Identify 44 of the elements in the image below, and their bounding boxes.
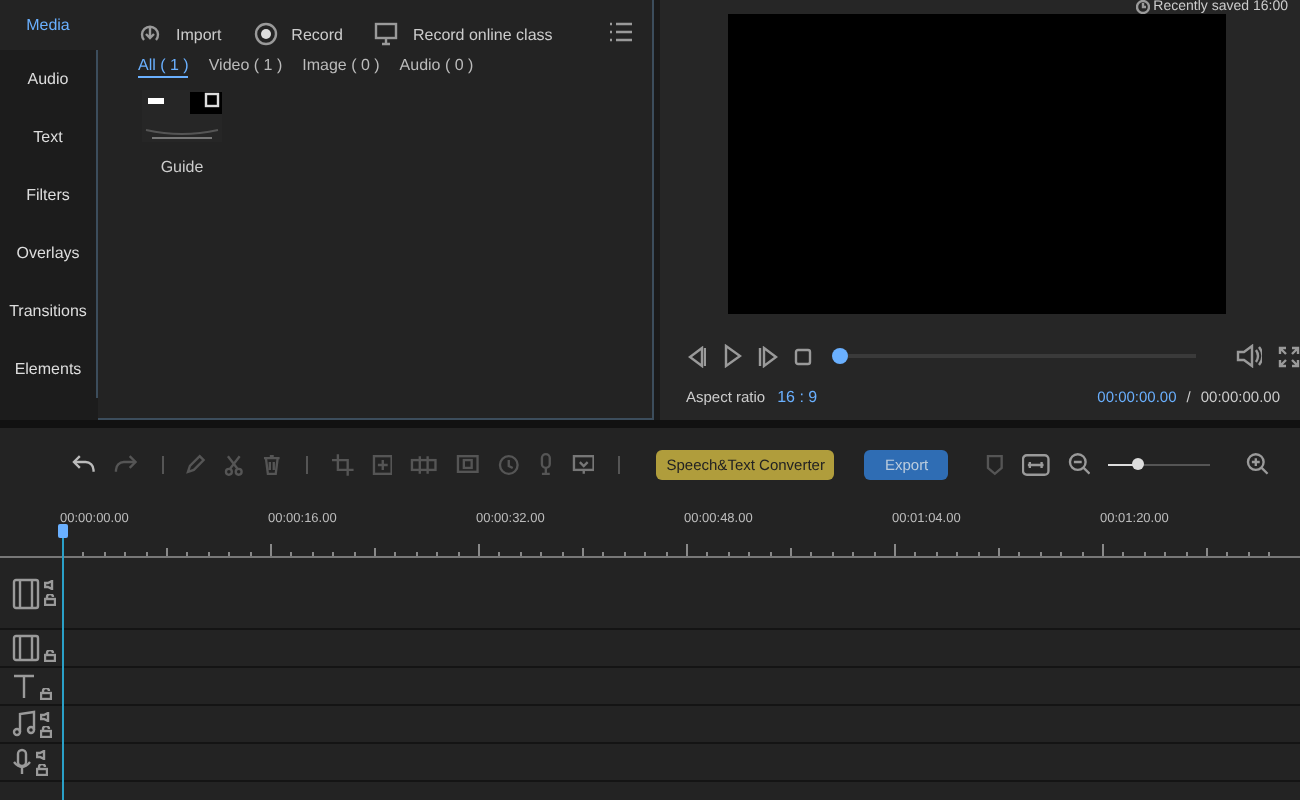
lock-icon[interactable] [36, 763, 48, 775]
menu-icon[interactable] [610, 22, 632, 42]
media-thumbnail[interactable] [142, 90, 222, 142]
filter-tab[interactable]: Audio ( 0 ) [399, 56, 474, 78]
lock-icon[interactable] [44, 594, 56, 606]
music-track-icon [12, 710, 36, 738]
import-button[interactable]: Import [138, 22, 222, 46]
lock-icon[interactable] [44, 649, 56, 661]
lock-icon[interactable] [40, 687, 52, 699]
screen-icon [374, 22, 399, 46]
zoom-handle[interactable] [1131, 457, 1144, 469]
clock-icon [1135, 0, 1150, 14]
progress-handle[interactable] [832, 348, 848, 364]
sidebar-tab[interactable]: Media [0, 0, 98, 50]
screen-record-icon[interactable] [571, 453, 595, 475]
marker-icon[interactable] [986, 453, 1004, 475]
overlay-track-icon [12, 634, 40, 662]
previous-frame-icon[interactable] [686, 345, 706, 367]
filter-tab[interactable]: Image ( 0 ) [302, 56, 380, 78]
lock-icon[interactable] [40, 725, 52, 737]
speaker-icon[interactable] [40, 711, 52, 721]
stop-icon[interactable] [794, 347, 812, 365]
import-icon [138, 22, 162, 46]
speaker-icon[interactable] [44, 580, 56, 590]
screen-button[interactable]: Record online class [374, 22, 553, 46]
fit-width-icon[interactable] [1021, 453, 1050, 475]
play-icon[interactable] [722, 344, 742, 368]
video-track-icon [12, 577, 40, 609]
filter-tab[interactable]: All ( 1 ) [138, 56, 189, 78]
filter-tab[interactable]: Video ( 1 ) [208, 56, 283, 78]
aspect-ratio-value[interactable]: 16 : 9 [777, 388, 818, 406]
next-frame-icon[interactable] [758, 345, 778, 367]
record-icon [253, 22, 278, 46]
volume-icon[interactable] [1236, 344, 1262, 368]
record-button[interactable]: Record [253, 22, 343, 46]
zoom-out-icon[interactable] [1067, 452, 1091, 476]
fullscreen-icon[interactable] [1278, 345, 1300, 367]
speaker-icon[interactable] [36, 749, 48, 759]
media-label: Guide [160, 158, 204, 176]
playhead-handle[interactable] [58, 524, 68, 538]
voice-track-icon [12, 748, 32, 776]
undo-icon[interactable] [72, 454, 96, 474]
text-track-icon [12, 672, 36, 700]
zoom-in-icon[interactable] [1246, 452, 1271, 476]
